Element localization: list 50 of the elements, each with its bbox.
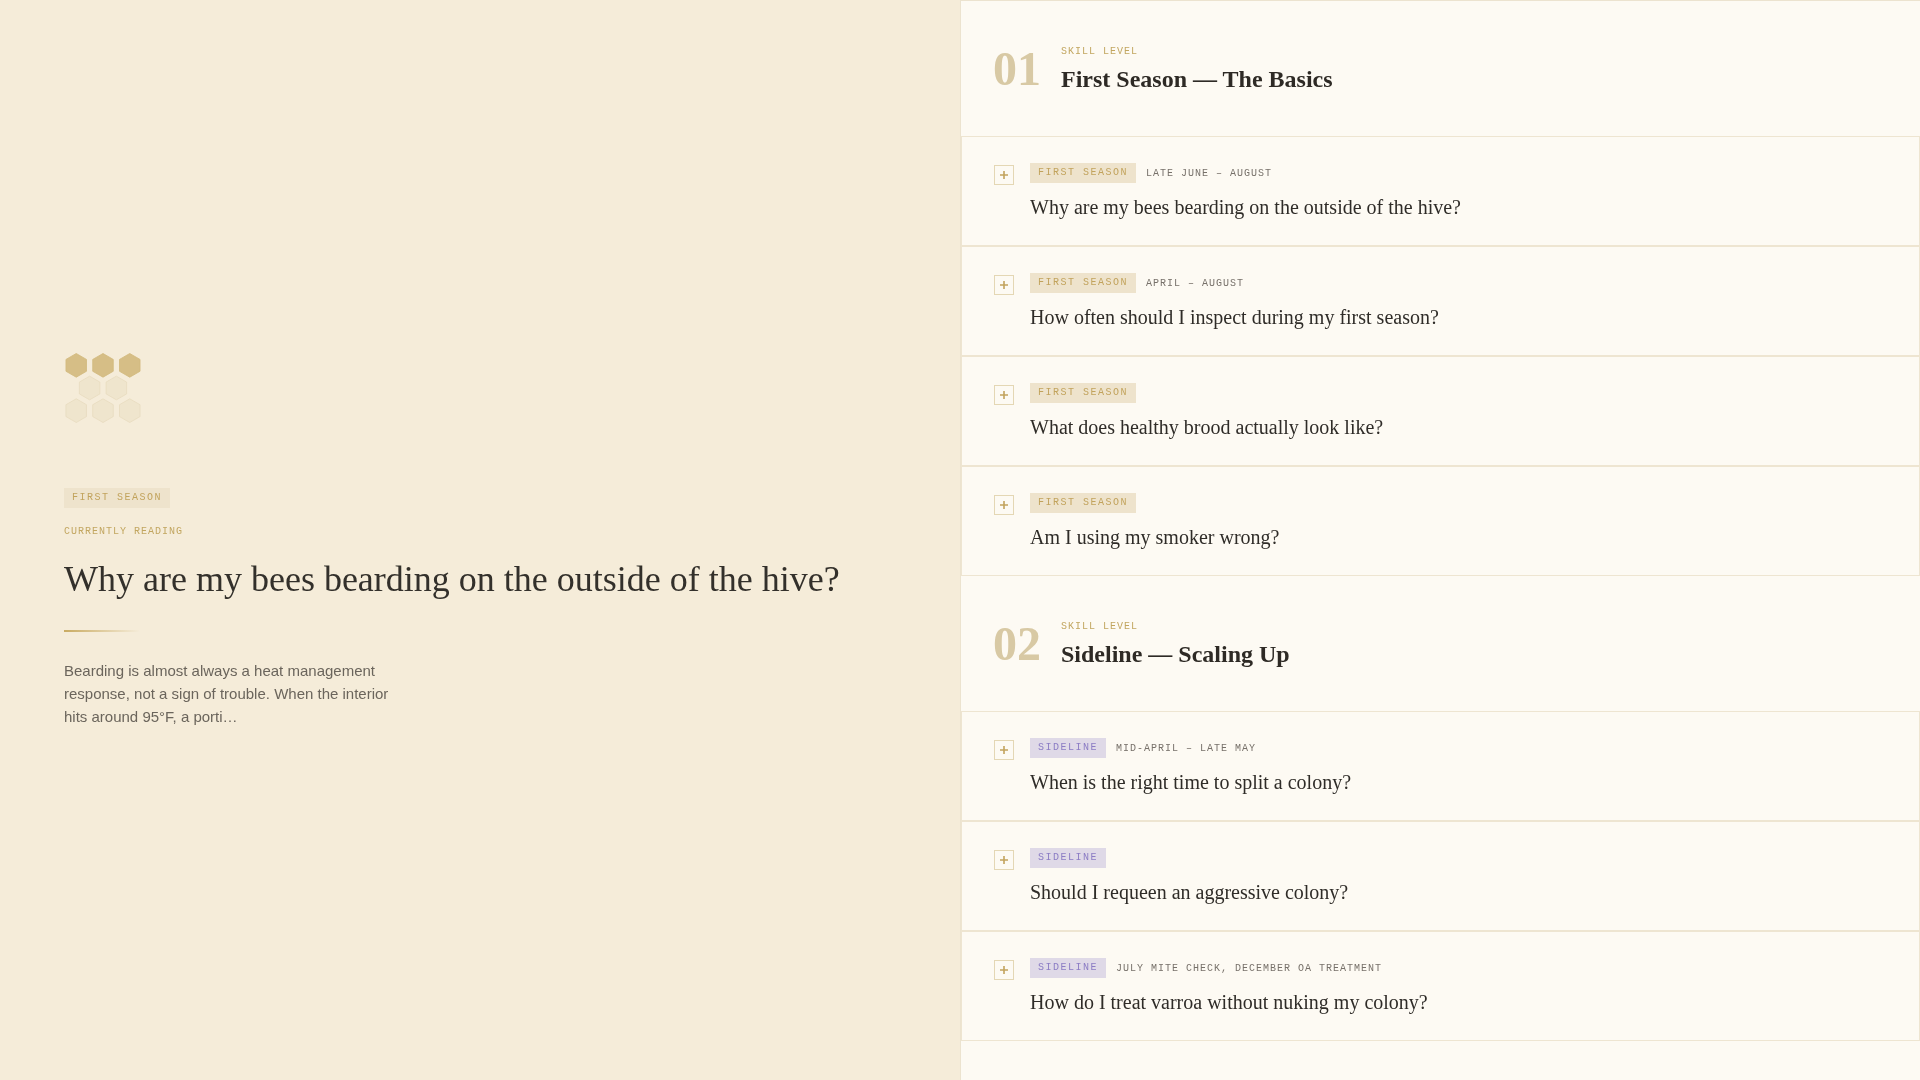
question-text: Am I using my smoker wrong? bbox=[1030, 525, 1280, 550]
question-row[interactable]: FIRST SEASON What does healthy brood actually look like? bbox=[961, 356, 1920, 466]
question-text: How often should I inspect during my first season? bbox=[1030, 305, 1439, 330]
plus-icon bbox=[1000, 501, 1008, 509]
plus-icon bbox=[1000, 856, 1008, 864]
category-tag: SIDELINE bbox=[1030, 958, 1106, 978]
plus-icon bbox=[1000, 746, 1008, 754]
season-timing: LATE JUNE – AUGUST bbox=[1146, 166, 1273, 181]
category-tag: FIRST SEASON bbox=[64, 487, 170, 508]
reading-eyebrow: CURRENTLY READING bbox=[64, 524, 184, 539]
question-text: When is the right time to split a colony? bbox=[1030, 770, 1352, 795]
expand-button[interactable] bbox=[994, 740, 1014, 760]
category-tag: FIRST SEASON bbox=[1030, 273, 1136, 293]
plus-icon bbox=[1000, 281, 1008, 289]
expand-button[interactable] bbox=[994, 275, 1014, 295]
question-row[interactable]: SIDELINE JULY MITE CHECK, DECEMBER OA TREATMENT How do I treat varroa without nuking my colony? bbox=[961, 931, 1920, 1041]
category-tag: FIRST SEASON bbox=[1030, 383, 1136, 403]
expand-button[interactable] bbox=[994, 165, 1014, 185]
question-text: Why are my bees bearding on the outside of the hive? bbox=[1030, 195, 1461, 220]
expand-button[interactable] bbox=[994, 960, 1014, 980]
category-tag: SIDELINE bbox=[1030, 848, 1106, 868]
season-timing: APRIL – AUGUST bbox=[1146, 276, 1245, 291]
category-tag: SIDELINE bbox=[1030, 738, 1106, 758]
expand-button[interactable] bbox=[994, 850, 1014, 870]
category-tag: FIRST SEASON bbox=[1030, 493, 1136, 513]
question-text: How do I treat varroa without nuking my colony? bbox=[1030, 990, 1428, 1015]
question-row[interactable]: FIRST SEASON Am I using my smoker wrong? bbox=[961, 466, 1920, 576]
question-row[interactable]: FIRST SEASON APRIL – AUGUST How often should I inspect during my first season? bbox=[961, 246, 1920, 356]
reading-excerpt: Bearding is almost always a heat management response, not a sign of trouble. When the interior hits around 95°F, a porti… bbox=[64, 660, 390, 727]
plus-icon bbox=[1000, 171, 1008, 179]
section-number: 01 bbox=[993, 44, 1039, 93]
category-tag: FIRST SEASON bbox=[1030, 163, 1136, 183]
section-title: Sideline — Scaling Up bbox=[1061, 640, 1290, 668]
section-title: First Season — The Basics bbox=[1061, 65, 1333, 93]
reading-title: Why are my bees bearding on the outside of the hive? bbox=[64, 557, 840, 601]
section-eyebrow: SKILL LEVEL bbox=[1061, 45, 1138, 59]
season-timing: JULY MITE CHECK, DECEMBER OA TREATMENT bbox=[1116, 961, 1383, 976]
question-text: Should I requeen an aggressive colony? bbox=[1030, 880, 1349, 905]
question-row[interactable]: SIDELINE MID-APRIL – LATE MAY When is the right time to split a colony? bbox=[961, 711, 1920, 821]
question-text: What does healthy brood actually look like? bbox=[1030, 415, 1384, 440]
plus-icon bbox=[1000, 391, 1008, 399]
plus-icon bbox=[1000, 966, 1008, 974]
question-row[interactable]: SIDELINE Should I requeen an aggressive colony? bbox=[961, 821, 1920, 931]
question-row[interactable]: FIRST SEASON LATE JUNE – AUGUST Why are my bees bearding on the outside of the hive? bbox=[961, 136, 1920, 246]
honeycomb-icon bbox=[64, 352, 142, 423]
season-timing: MID-APRIL – LATE MAY bbox=[1116, 741, 1257, 756]
expand-button[interactable] bbox=[994, 495, 1014, 515]
section-eyebrow: SKILL LEVEL bbox=[1061, 620, 1138, 634]
section-number: 02 bbox=[993, 619, 1039, 668]
expand-button[interactable] bbox=[994, 385, 1014, 405]
